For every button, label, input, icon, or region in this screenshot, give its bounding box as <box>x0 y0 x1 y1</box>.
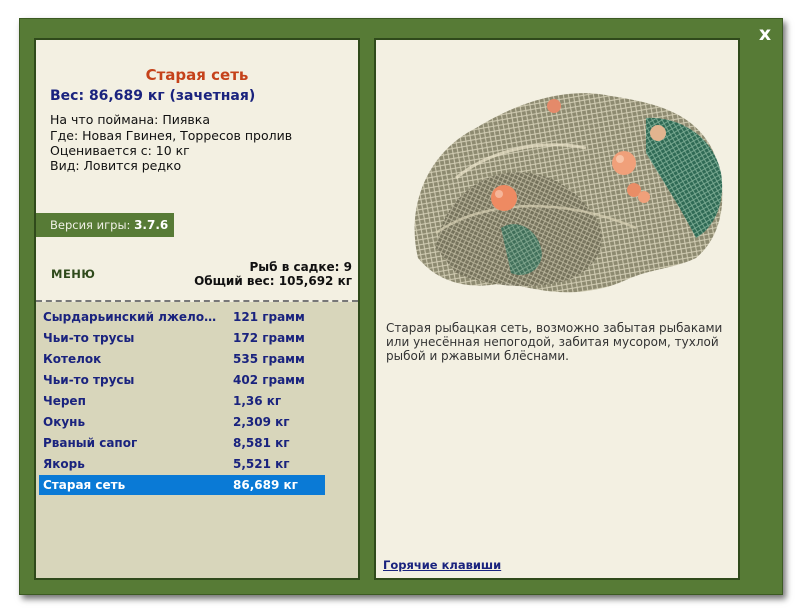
item-title: Старая сеть <box>145 66 249 84</box>
close-icon[interactable]: x <box>755 24 775 44</box>
list-item[interactable]: Рваный сапог 8,581 кг <box>39 433 325 453</box>
list-item-name: Рваный сапог <box>43 436 138 450</box>
list-item-weight: 2,309 кг <box>233 415 290 429</box>
list-item-weight: 5,521 кг <box>233 457 290 471</box>
list-item-weight: 172 грамм <box>233 331 305 345</box>
list-item-weight: 535 грамм <box>233 352 305 366</box>
list-item-name: Череп <box>43 394 86 408</box>
list-item-name: Чьи-то трусы <box>43 373 135 387</box>
list-item-weight: 1,36 кг <box>233 394 282 408</box>
list-item-weight: 86,689 кг <box>233 478 298 492</box>
list-item-name: Якорь <box>43 457 85 471</box>
item-image-panel: Старая рыбацкая сеть, возможно забытая р… <box>374 38 740 580</box>
list-item[interactable]: Якорь 5,521 кг <box>39 454 325 474</box>
catch-list: Сырдарьинский лжелопатонос 121 грамм Чьи… <box>36 302 358 578</box>
fish-count: Рыб в садке: 9 <box>249 260 353 274</box>
list-item-name: Котелок <box>43 352 102 366</box>
list-item-name: Окунь <box>43 415 86 429</box>
item-description: Старая рыбацкая сеть, возможно забытая р… <box>386 321 723 363</box>
list-item-weight: 402 грамм <box>233 373 305 387</box>
version-label: Версия игры: <box>50 218 131 232</box>
list-item[interactable]: Чьи-то трусы 402 грамм <box>39 370 325 390</box>
menu-button[interactable]: МЕНЮ <box>51 267 95 281</box>
version-value: 3.7.6 <box>134 218 169 232</box>
list-item[interactable]: Чьи-то трусы 172 грамм <box>39 328 325 348</box>
item-weight: Вес: 86,689 кг (зачетная) <box>50 88 256 104</box>
list-item-name: Старая сеть <box>43 478 126 492</box>
location-text: Где: Новая Гвинея, Торресов пролив <box>50 128 293 143</box>
caught-on-text: На что поймана: Пиявка <box>50 112 210 127</box>
list-item[interactable]: Окунь 2,309 кг <box>39 412 325 432</box>
list-item-weight: 8,581 кг <box>233 436 290 450</box>
list-item[interactable]: Сырдарьинский лжелопатонос 121 грамм <box>39 307 325 327</box>
list-item-selected[interactable]: Старая сеть 86,689 кг <box>39 475 325 495</box>
rarity-text: Вид: Ловится редко <box>50 158 182 173</box>
list-item[interactable]: Череп 1,36 кг <box>39 391 325 411</box>
version-badge: Версия игры: 3.7.6 <box>36 213 174 237</box>
catch-info-panel: Старая сеть Вес: 86,689 кг (зачетная) На… <box>34 38 360 580</box>
total-weight: Общий вес: 105,692 кг <box>194 274 352 288</box>
list-item[interactable]: Котелок 535 грамм <box>39 349 325 369</box>
list-item-name: Чьи-то трусы <box>43 331 135 345</box>
list-item-weight: 121 грамм <box>233 310 305 324</box>
valued-from-text: Оценивается с: 10 кг <box>50 143 190 158</box>
fishing-net-image <box>414 93 723 293</box>
hotkeys-link[interactable]: Горячие клавиши <box>383 558 501 572</box>
list-item-name: Сырдарьинский лжелопатонос <box>43 310 221 324</box>
